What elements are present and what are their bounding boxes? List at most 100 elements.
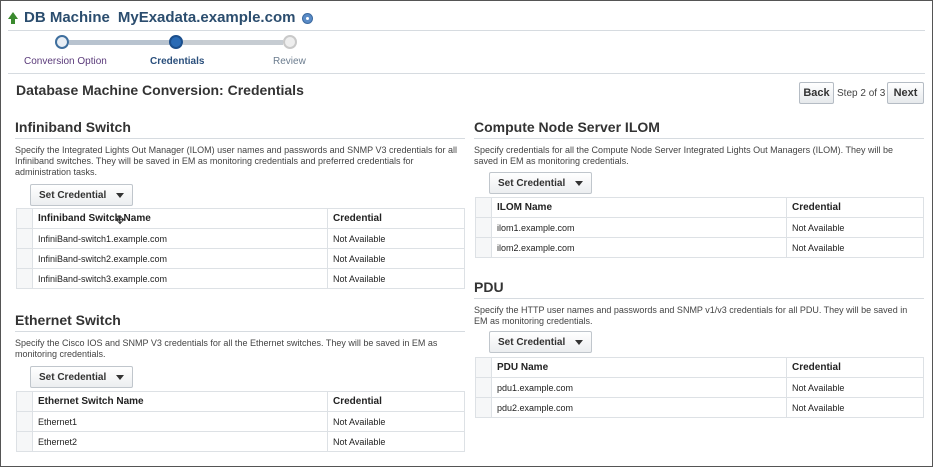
ilom-section-title: Compute Node Server ILOM [474,119,660,135]
cell-name: pdu1.example.com [491,377,787,398]
row-selector[interactable] [475,237,492,258]
cell-credential: Not Available [327,411,465,432]
cell-credential: Not Available [786,217,924,238]
column-header-name[interactable]: PDU Name [491,357,787,378]
cell-name: InfiniBand-switch1.example.com [32,228,328,249]
table-row[interactable]: InfiniBand-switch1.example.com Not Avail… [16,228,465,249]
train-stop-credentials [169,35,183,49]
chevron-down-icon [575,181,583,186]
infiniband-divider [15,138,465,139]
header-divider [8,30,925,31]
back-button[interactable]: Back [799,82,834,104]
cell-credential: Not Available [327,228,465,249]
row-selector-header [16,391,33,412]
table-row[interactable]: pdu2.example.com Not Available [475,397,924,418]
chevron-down-icon [575,340,583,345]
set-credential-label: Set Credential [39,189,107,201]
pdu-table: PDU Name Credential pdu1.example.com Not… [475,357,924,418]
pdu-divider [474,298,924,299]
train-stop-conversion-option[interactable] [55,35,69,49]
cell-name: Ethernet1 [32,411,328,432]
table-row[interactable]: ilom1.example.com Not Available [475,217,924,238]
table-row[interactable]: pdu1.example.com Not Available [475,377,924,398]
row-selector[interactable] [16,431,33,452]
cell-credential: Not Available [327,248,465,269]
ilom-set-credential-button[interactable]: Set Credential [489,172,592,194]
cell-name: Ethernet2 [32,431,328,452]
table-header-row: Infiniband Switch Name Credential [16,208,465,229]
pdu-section-title: PDU [474,279,504,295]
infiniband-description: Specify the Integrated Lights Out Manage… [15,145,458,177]
page-title: Database Machine Conversion: Credentials [16,82,304,98]
chevron-down-icon [116,193,124,198]
row-selector[interactable] [475,397,492,418]
row-selector[interactable] [475,377,492,398]
wizard-train: Conversion Option Credentials Review [0,32,360,72]
ethernet-section-title: Ethernet Switch [15,312,121,328]
infiniband-section-title: Infiniband Switch [15,119,131,135]
cell-name: InfiniBand-switch3.example.com [32,268,328,289]
cell-credential: Not Available [327,268,465,289]
table-header-row: ILOM Name Credential [475,197,924,218]
train-label-conversion-option[interactable]: Conversion Option [24,56,107,67]
table-row[interactable]: Ethernet2 Not Available [16,431,465,452]
column-header-credential[interactable]: Credential [786,357,924,378]
train-connector-1 [69,40,171,45]
target-type-title: DB Machine [24,8,110,26]
train-label-credentials: Credentials [150,56,205,67]
step-indicator: Step 2 of 3 [837,88,886,99]
row-selector[interactable] [16,268,33,289]
pdu-set-credential-button[interactable]: Set Credential [489,331,592,353]
cell-name: InfiniBand-switch2.example.com [32,248,328,269]
row-selector-header [475,357,492,378]
target-info-icon[interactable] [302,12,314,24]
column-header-name[interactable]: ILOM Name [491,197,787,218]
cell-name: ilom1.example.com [491,217,787,238]
cell-credential: Not Available [327,431,465,452]
ethernet-set-credential-button[interactable]: Set Credential [30,366,133,388]
target-name-title: MyExadata.example.com [117,8,296,26]
move-cursor-icon: ✥ [115,213,126,227]
infiniband-table: Infiniband Switch Name Credential Infini… [16,208,465,289]
pdu-description: Specify the HTTP user names and password… [474,305,908,326]
train-stop-review [283,35,297,49]
train-divider [8,73,925,74]
set-credential-label: Set Credential [498,336,566,348]
cell-name: ilom2.example.com [491,237,787,258]
table-row[interactable]: ilom2.example.com Not Available [475,237,924,258]
table-header-row: PDU Name Credential [475,357,924,378]
ethernet-table: Ethernet Switch Name Credential Ethernet… [16,391,465,452]
cell-name: pdu2.example.com [491,397,787,418]
next-button[interactable]: Next [887,82,924,104]
table-row[interactable]: InfiniBand-switch2.example.com Not Avail… [16,248,465,269]
row-selector[interactable] [16,228,33,249]
cell-credential: Not Available [786,377,924,398]
column-header-name[interactable]: Ethernet Switch Name [32,391,328,412]
column-header-name[interactable]: Infiniband Switch Name [32,208,328,229]
table-row[interactable]: InfiniBand-switch3.example.com Not Avail… [16,268,465,289]
row-selector[interactable] [475,217,492,238]
ilom-table: ILOM Name Credential ilom1.example.com N… [475,197,924,258]
set-credential-label: Set Credential [39,371,107,383]
train-label-review: Review [273,56,306,67]
train-connector-2 [183,40,283,45]
column-header-credential[interactable]: Credential [327,208,465,229]
cell-credential: Not Available [786,237,924,258]
table-row[interactable]: Ethernet1 Not Available [16,411,465,432]
up-arrow-icon[interactable] [8,11,18,24]
set-credential-label: Set Credential [498,177,566,189]
infiniband-set-credential-button[interactable]: Set Credential [30,184,133,206]
ethernet-divider [15,331,465,332]
row-selector[interactable] [16,248,33,269]
page-header: DB Machine MyExadata.example.com [8,6,314,28]
column-header-credential[interactable]: Credential [327,391,465,412]
ilom-description: Specify credentials for all the Compute … [474,145,894,166]
cell-credential: Not Available [786,397,924,418]
ethernet-description: Specify the Cisco IOS and SNMP V3 creden… [15,338,438,359]
row-selector-header [475,197,492,218]
column-header-credential[interactable]: Credential [786,197,924,218]
row-selector[interactable] [16,411,33,432]
table-header-row: Ethernet Switch Name Credential [16,391,465,412]
ilom-divider [474,138,924,139]
chevron-down-icon [116,375,124,380]
